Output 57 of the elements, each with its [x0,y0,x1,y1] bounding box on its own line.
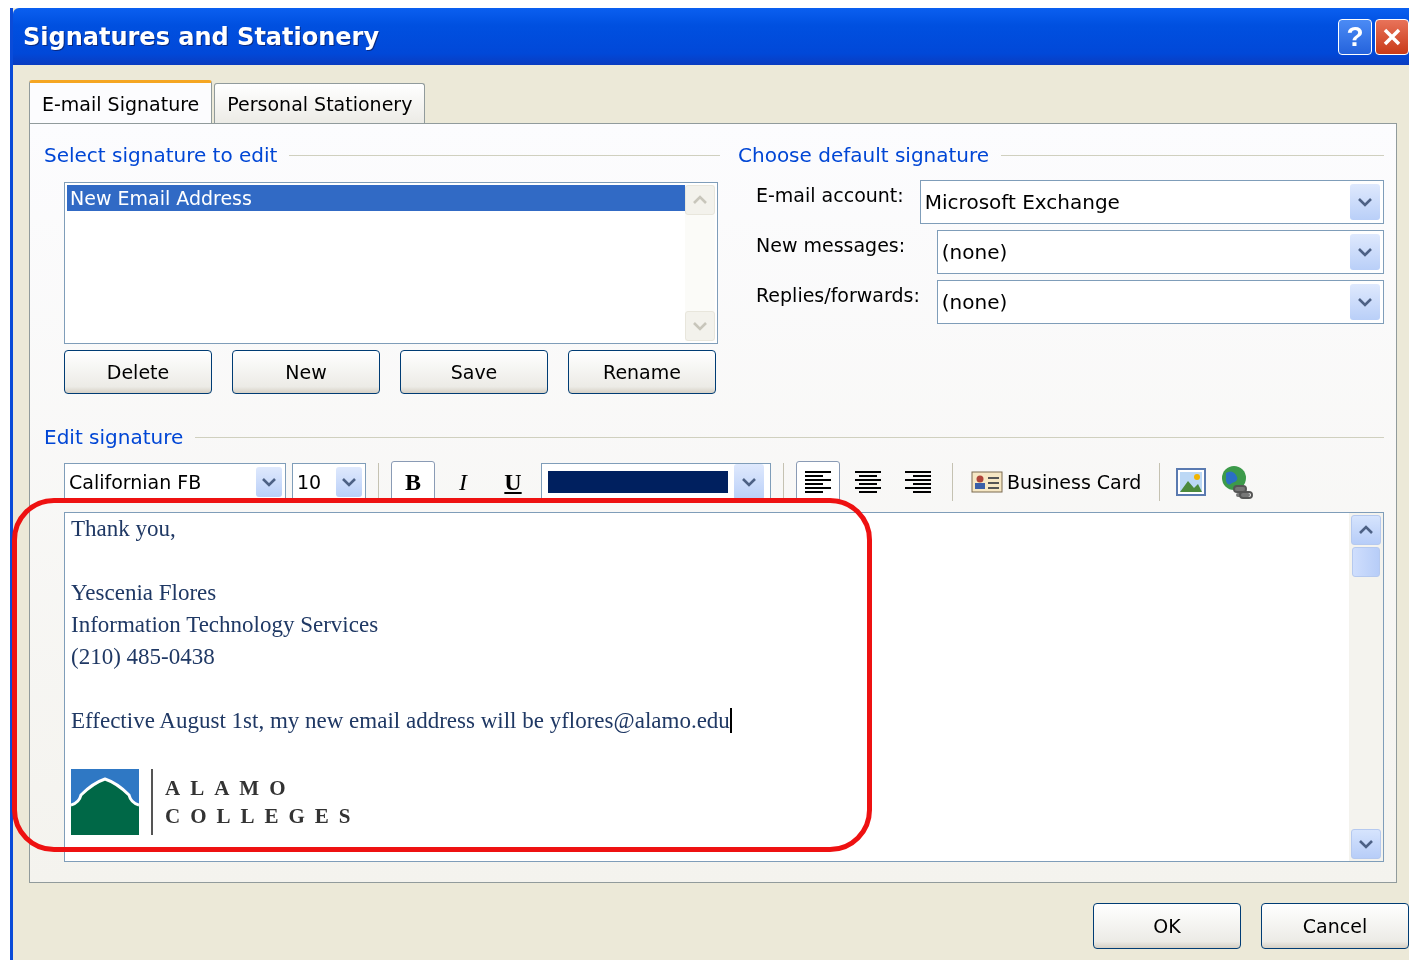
signature-button[interactable]: Rename [568,350,716,394]
scroll-down-button[interactable] [1351,829,1381,859]
help-button[interactable]: ? [1338,18,1372,55]
dropdown-field[interactable]: (none) [936,280,1384,324]
up-chevron-icon [693,195,707,205]
underline-button[interactable]: U [491,461,535,503]
signature-button[interactable]: Delete [64,350,212,394]
section-heading: Choose default signature [738,143,990,167]
signature-text: Effective August 1st, my new email address will be yflores@alamo.edu [71,708,732,733]
up-chevron-icon [1359,525,1373,535]
signature-button[interactable]: New [232,350,380,394]
tab[interactable]: E-mail Signature [29,80,213,124]
picture-icon [1176,468,1207,496]
tab[interactable]: Personal Stationery [214,83,426,123]
dropdown-chevron-icon [1358,297,1372,307]
align-left-icon [804,470,832,494]
globe-chain-icon [1220,465,1255,499]
font-dropdown[interactable]: Californian FB [64,463,286,501]
signature-button[interactable]: Save [400,350,548,394]
signature-item[interactable]: New Email Address [67,185,685,211]
section-heading: Select signature to edit [44,143,278,167]
scroll-thumb[interactable] [1352,547,1380,577]
dialog-button[interactable]: OK [1093,903,1241,949]
signature-editor[interactable]: Thank you, Yescenia Flores Information Technology Services (210) 485-0438 Effective August 1st, my new email address will be yflores@alamo.edu ALAMO COLLEGES [64,512,1384,862]
close-button[interactable] [1375,18,1409,55]
dropdown-field[interactable]: Microsoft Exchange [919,180,1384,224]
field-label: E-mail account: [756,183,905,206]
logo-emblem-icon [71,769,139,835]
align-right-icon [904,470,932,494]
dialog-button[interactable]: Cancel [1261,903,1409,949]
close-icon [1382,26,1402,47]
dropdown-chevron-icon [1358,197,1372,207]
field-label: Replies/forwards: [756,283,920,306]
signature-list[interactable]: New Email Address [64,182,718,344]
italic-button[interactable]: I [441,461,485,503]
size-dropdown[interactable]: 10 [292,463,366,501]
business-card-button[interactable]: Business Card [965,471,1148,493]
scroll-up-button[interactable] [1351,515,1381,545]
window-title: Signatures and Stationery [23,22,381,51]
field-label: New messages: [756,233,907,256]
down-chevron-icon [693,321,707,331]
dropdown-chevron-icon [342,477,356,487]
dropdown-chevron-icon [742,477,756,487]
signature-text: (210) 485-0438 [71,644,215,669]
section-heading: Edit signature [44,425,184,449]
signature-text: Yescenia Flores [71,580,217,605]
down-chevron-icon [1359,839,1373,849]
signature-text: Information Technology Services [71,612,379,637]
logo-wordmark: COLLEGES [165,803,361,830]
align-center-icon [854,470,882,494]
card-icon [971,471,1003,493]
dropdown-field[interactable]: (none) [936,230,1384,274]
signature-text: Thank you, [71,516,176,541]
logo-wordmark: ALAMO [165,775,297,802]
dropdown-chevron-icon [1358,247,1372,257]
dropdown-chevron-icon [262,477,276,487]
font-color-dropdown[interactable] [541,463,771,501]
